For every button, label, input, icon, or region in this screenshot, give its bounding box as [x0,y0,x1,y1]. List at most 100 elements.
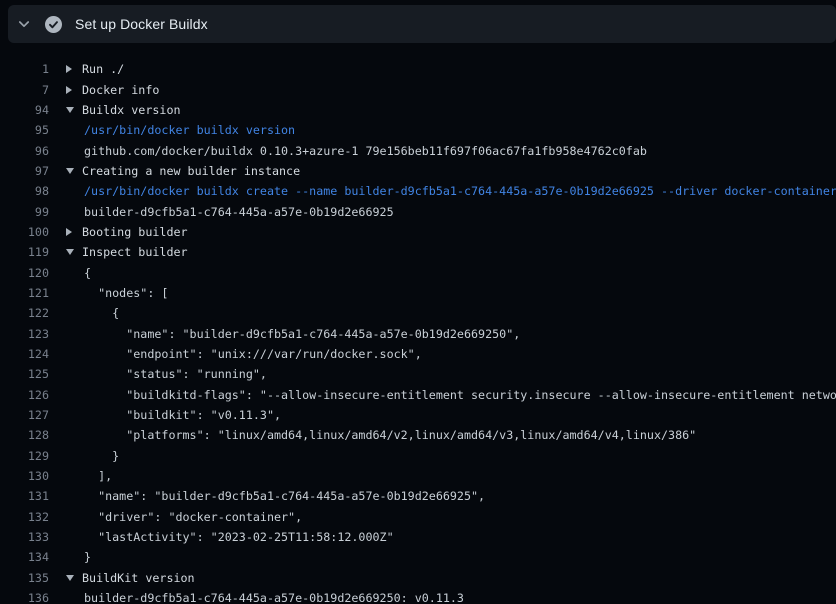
log-text: ], [82,469,112,483]
log-row: 130 ], [0,466,836,486]
log-command-text: /usr/bin/docker buildx create --name bui… [82,184,836,198]
log-row: 129 } [0,446,836,466]
log-row: 127 "buildkit": "v0.11.3", [0,405,836,425]
log-text: "endpoint": "unix:///var/run/docker.sock… [82,347,422,361]
triangle-right-icon[interactable] [66,65,72,73]
log-row: 123 "name": "builder-d9cfb5a1-c764-445a-… [0,323,836,343]
line-number[interactable]: 134 [0,550,49,564]
log-group-row[interactable]: 100 Booting builder [0,222,836,242]
log-text: "buildkitd-flags": "--allow-insecure-ent… [82,388,836,402]
line-number[interactable]: 130 [0,469,49,483]
log-row: 122 { [0,303,836,323]
group-toggle[interactable] [49,575,82,581]
group-toggle[interactable] [49,107,82,113]
log-text: "buildkit": "v0.11.3", [82,408,281,422]
line-number[interactable]: 135 [0,571,49,585]
group-toggle[interactable] [49,168,82,174]
log-row: 136 builder-d9cfb5a1-c764-445a-a57e-0b19d… [0,588,836,604]
log-row: 121 "nodes": [ [0,283,836,303]
group-toggle[interactable] [49,228,82,236]
line-number[interactable]: 1 [0,62,49,76]
log-row: 125 "status": "running", [0,364,836,384]
log-row: 124 "endpoint": "unix:///var/run/docker.… [0,344,836,364]
log-row: 133 "lastActivity": "2023-02-25T11:58:12… [0,527,836,547]
line-number[interactable]: 132 [0,510,49,524]
log-row: 132 "driver": "docker-container", [0,507,836,527]
log-lines: 1 Run ./ 7 Docker info 94 Buildx version 95/us… [0,43,836,604]
log-row: 126 "buildkitd-flags": "--allow-insecure… [0,385,836,405]
log-text: "lastActivity": "2023-02-25T11:58:12.000… [82,530,394,544]
log-text: Run ./ [82,62,124,76]
line-number[interactable]: 131 [0,489,49,503]
line-number[interactable]: 120 [0,266,49,280]
line-number[interactable]: 123 [0,327,49,341]
line-number[interactable]: 128 [0,428,49,442]
log-text: "status": "running", [82,367,267,381]
log-text: Docker info [82,83,159,97]
log-group-row[interactable]: 7 Docker info [0,79,836,99]
step-title: Set up Docker Buildx [75,16,208,32]
log-text: Inspect builder [82,245,188,259]
line-number[interactable]: 126 [0,388,49,402]
line-number[interactable]: 7 [0,83,49,97]
log-row: 131 "name": "builder-d9cfb5a1-c764-445a-… [0,486,836,506]
log-group-row[interactable]: 94 Buildx version [0,100,836,120]
line-number[interactable]: 97 [0,164,49,178]
log-row: 95/usr/bin/docker buildx version [0,120,836,140]
log-text: Booting builder [82,225,188,239]
line-number[interactable]: 121 [0,286,49,300]
line-number[interactable]: 96 [0,144,49,158]
line-number[interactable]: 133 [0,530,49,544]
log-row: 96 github.com/docker/buildx 0.10.3+azure-… [0,140,836,160]
log-text: { [82,306,119,320]
log-row: 134} [0,547,836,567]
triangle-right-icon[interactable] [66,228,72,236]
log-command-text: /usr/bin/docker buildx version [82,123,295,137]
log-text: "name": "builder-d9cfb5a1-c764-445a-a57e… [82,327,520,341]
group-toggle[interactable] [49,86,82,94]
line-number[interactable]: 127 [0,408,49,422]
log-text: Buildx version [82,103,181,117]
line-number[interactable]: 99 [0,205,49,219]
line-number[interactable]: 94 [0,103,49,117]
log-text: } [82,449,119,463]
line-number[interactable]: 98 [0,184,49,198]
check-circle-icon [45,16,62,33]
line-number[interactable]: 100 [0,225,49,239]
log-row: 99 builder-d9cfb5a1-c764-445a-a57e-0b19d2… [0,201,836,221]
line-number[interactable]: 129 [0,449,49,463]
log-text: { [82,266,91,280]
line-number[interactable]: 125 [0,367,49,381]
log-text: builder-d9cfb5a1-c764-445a-a57e-0b19d2e6… [82,591,464,604]
log-row: 128 "platforms": "linux/amd64,linux/amd6… [0,425,836,445]
log-text: Creating a new builder instance [82,164,300,178]
log-text: "name": "builder-d9cfb5a1-c764-445a-a57e… [82,489,485,503]
log-row: 98/usr/bin/docker buildx create --name b… [0,181,836,201]
log-text: "platforms": "linux/amd64,linux/amd64/v2… [82,428,696,442]
triangle-down-icon[interactable] [66,107,74,113]
log-group-row[interactable]: 119 Inspect builder [0,242,836,262]
line-number[interactable]: 119 [0,245,49,259]
line-number[interactable]: 95 [0,123,49,137]
triangle-right-icon[interactable] [66,86,72,94]
log-text: github.com/docker/buildx 0.10.3+azure-1 … [82,144,647,158]
log-text: "nodes": [ [82,286,168,300]
triangle-down-icon[interactable] [66,249,74,255]
step-header[interactable]: Set up Docker Buildx [8,5,836,43]
chevron-down-icon [16,16,32,32]
log-text: BuildKit version [82,571,195,585]
group-toggle[interactable] [49,249,82,255]
log-row: 120 { [0,262,836,282]
log-group-row[interactable]: 97 Creating a new builder instance [0,161,836,181]
log-text: builder-d9cfb5a1-c764-445a-a57e-0b19d2e6… [82,205,394,219]
triangle-down-icon[interactable] [66,575,74,581]
line-number[interactable]: 136 [0,591,49,604]
line-number[interactable]: 124 [0,347,49,361]
triangle-down-icon[interactable] [66,168,74,174]
line-number[interactable]: 122 [0,306,49,320]
log-text: "driver": "docker-container", [82,510,302,524]
log-text: } [82,550,91,564]
log-group-row[interactable]: 135 BuildKit version [0,568,836,588]
group-toggle[interactable] [49,65,82,73]
log-group-row[interactable]: 1 Run ./ [0,59,836,79]
